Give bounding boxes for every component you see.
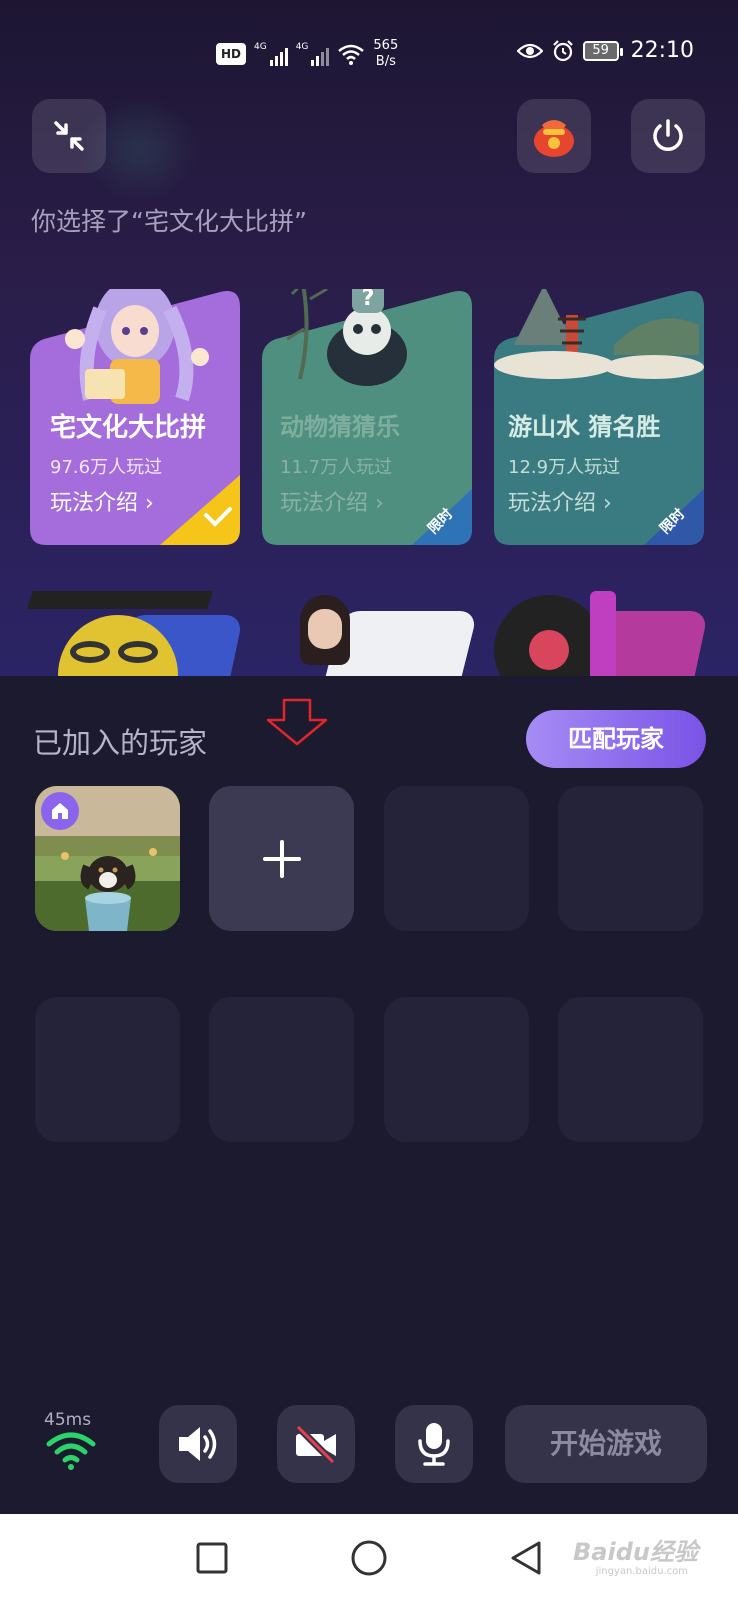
player-slot-empty: [384, 997, 529, 1142]
game-title: 动物猜猜乐: [280, 413, 400, 441]
power-icon: [653, 119, 683, 151]
gift-bag-button[interactable]: [517, 99, 591, 173]
minimize-button[interactable]: [32, 99, 106, 173]
player-slot-empty: [35, 997, 180, 1142]
camera-off-icon: [295, 1424, 336, 1464]
host-badge: [41, 792, 79, 830]
player-slot-host[interactable]: [35, 786, 180, 931]
anime-girl-illustration: [65, 289, 209, 404]
network-wifi-icon: [46, 1432, 96, 1470]
camera-toggle-button[interactable]: [277, 1405, 355, 1483]
power-button[interactable]: [631, 99, 705, 173]
back-button[interactable]: [504, 1536, 548, 1580]
latency-label: 45ms: [44, 1410, 92, 1430]
network-speed: 565 B/s: [373, 38, 399, 69]
recent-apps-button[interactable]: [190, 1536, 234, 1580]
microphone-icon: [418, 1423, 450, 1466]
game-player-count: 97.6万人玩过: [50, 457, 163, 478]
game-rules-link[interactable]: 玩法介绍 ›: [50, 485, 154, 517]
watermark-logo: Baidu经验: [573, 1538, 698, 1566]
speaker-icon: [179, 1427, 217, 1461]
game-rules-link[interactable]: 玩法介绍 ›: [280, 485, 384, 517]
game-card-landmarks[interactable]: 游山水 猜名胜 12.9万人玩过 玩法介绍 › 限时: [494, 289, 704, 545]
pagoda-landscape-illustration: [494, 289, 704, 379]
hd-badge: HD: [216, 43, 246, 65]
player-slot-empty: [558, 786, 703, 931]
game-player-count: 12.9万人玩过: [508, 457, 621, 478]
home-icon: [52, 803, 68, 819]
game-rules-link[interactable]: 玩法介绍 ›: [508, 485, 612, 517]
plus-icon: [262, 839, 301, 878]
game-card-row2-2[interactable]: [262, 585, 478, 676]
player-slot-empty: [209, 997, 354, 1142]
match-players-button[interactable]: 匹配玩家: [526, 710, 706, 768]
game-card-row2-3[interactable]: [494, 585, 709, 676]
alarm-icon: [552, 39, 573, 61]
game-card-row2-1[interactable]: [26, 585, 244, 676]
joined-players-title: 已加入的玩家: [33, 726, 208, 760]
battery-indicator: 59: [582, 40, 623, 61]
game-player-count: 11.7万人玩过: [280, 457, 393, 478]
game-title: 游山水 猜名胜: [508, 413, 661, 441]
watermark-url: jingyan.baidu.com: [595, 1566, 688, 1577]
circle-icon: [351, 1540, 387, 1576]
clock: 22:10: [630, 38, 694, 63]
game-card-otaku[interactable]: 宅文化大比拼 97.6万人玩过 玩法介绍 ›: [30, 289, 240, 545]
collapse-icon: [54, 121, 84, 151]
lucky-bag-icon: [534, 120, 574, 157]
speaker-button[interactable]: [159, 1405, 237, 1483]
status-bar: HD 4G 4G 565 B/s 59 22:10: [0, 0, 738, 90]
player-slot-empty: [384, 786, 529, 931]
selected-game-text: 你选择了“宅文化大比拼”: [31, 207, 307, 236]
svg-text:?: ?: [362, 289, 375, 311]
down-arrow-annotation-icon: [266, 698, 328, 746]
signal-icon-2: 4G: [296, 42, 330, 66]
player-slot-empty: [558, 997, 703, 1142]
back-triangle-icon: [511, 1541, 541, 1575]
home-button[interactable]: [347, 1536, 391, 1580]
panda-illustration: ?: [286, 289, 407, 386]
system-nav-bar: Baidu经验 jingyan.baidu.com: [0, 1514, 738, 1600]
wifi-icon: [338, 44, 365, 65]
start-game-button[interactable]: 开始游戏: [505, 1405, 707, 1483]
microphone-button[interactable]: [395, 1405, 473, 1483]
invite-player-button[interactable]: [209, 786, 354, 931]
game-card-animal[interactable]: ? 动物猜猜乐 11.7万人玩过 玩法介绍 › 限时: [262, 289, 472, 545]
signal-icon: 4G: [254, 42, 288, 66]
eye-icon: [516, 43, 543, 58]
square-icon: [196, 1542, 228, 1574]
game-title: 宅文化大比拼: [50, 413, 207, 443]
